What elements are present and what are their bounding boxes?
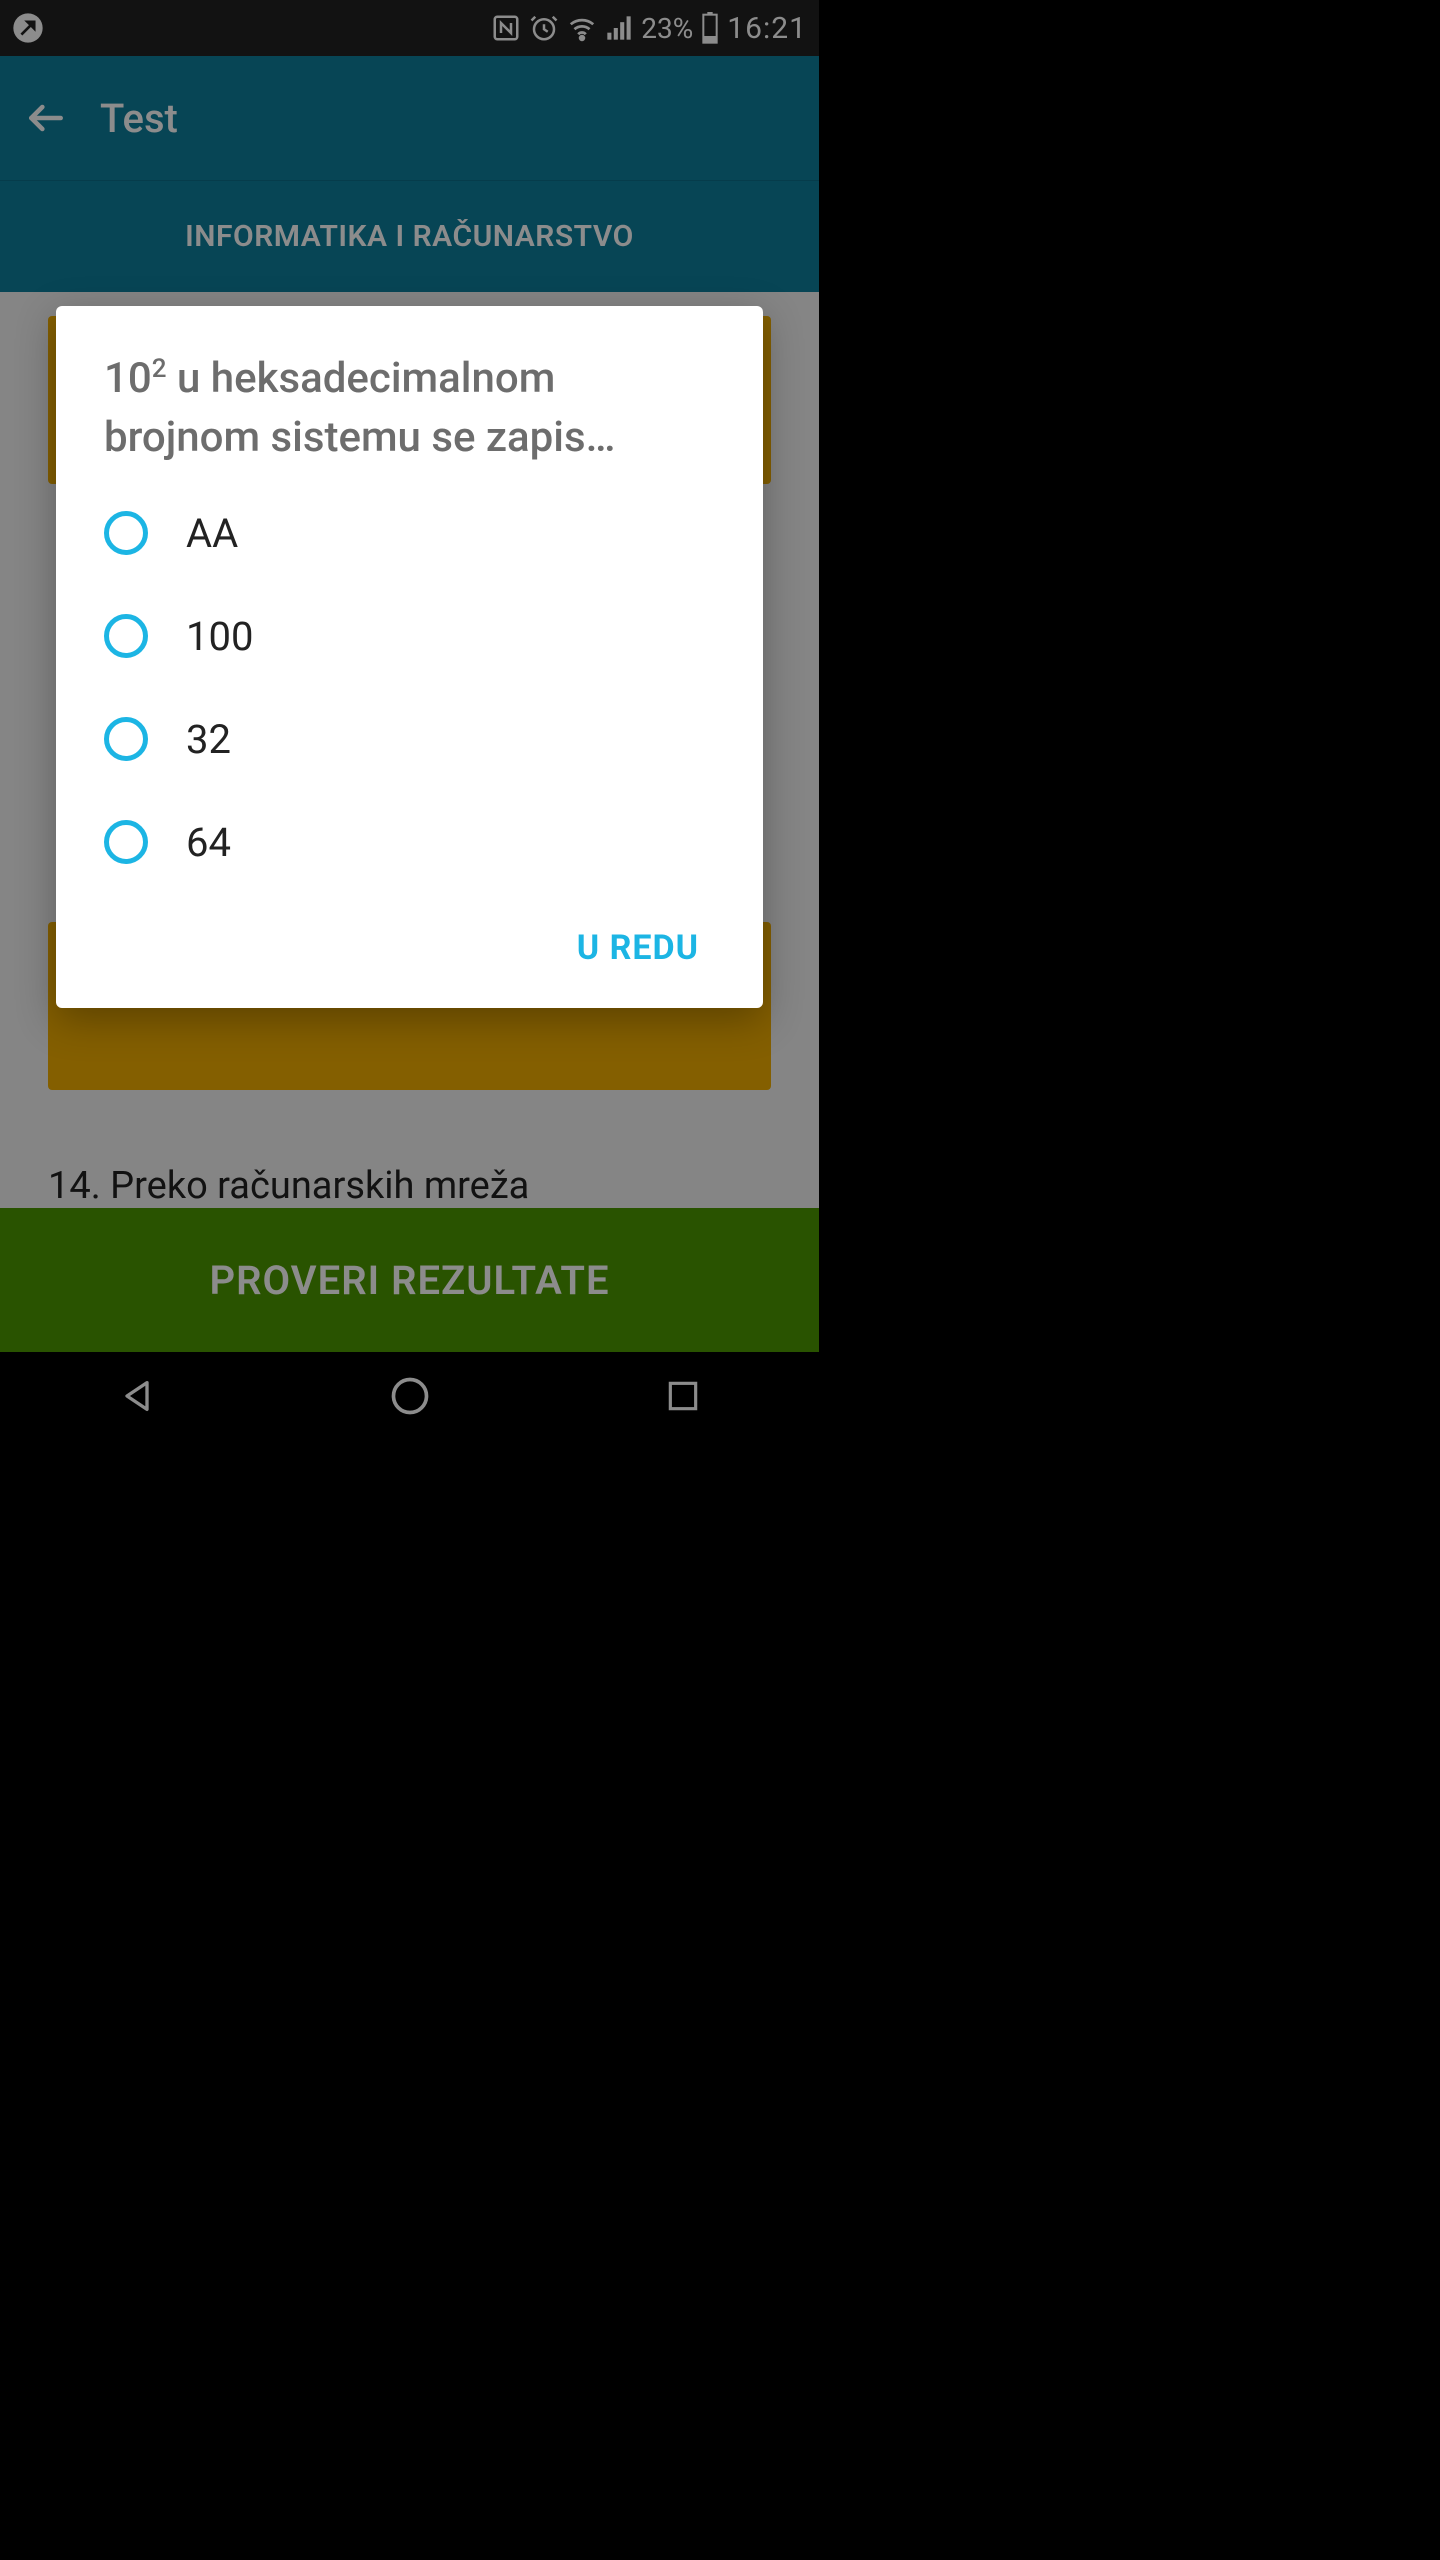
option-label: 32 [186,716,231,763]
radio-icon[interactable] [104,820,148,864]
option-row[interactable]: 32 [104,702,715,777]
option-row[interactable]: 64 [104,805,715,880]
option-label: AA [186,510,238,557]
radio-icon[interactable] [104,511,148,555]
title-rest: u heksadecimalnom brojnom sistemu se zap… [104,354,615,462]
radio-icon[interactable] [104,717,148,761]
question-dialog: 102 u heksadecimalnom brojnom sistemu se… [56,306,763,1008]
option-row[interactable]: 100 [104,599,715,674]
ok-button[interactable]: U REDU [561,916,715,980]
option-row[interactable]: AA [104,496,715,571]
option-label: 100 [186,613,253,660]
options-list: AA 100 32 64 [104,496,715,880]
title-base: 10 [104,354,152,403]
radio-icon[interactable] [104,614,148,658]
option-label: 64 [186,819,231,866]
dialog-title: 102 u heksadecimalnom brojnom sistemu se… [104,350,715,468]
title-sup: 2 [152,354,167,384]
